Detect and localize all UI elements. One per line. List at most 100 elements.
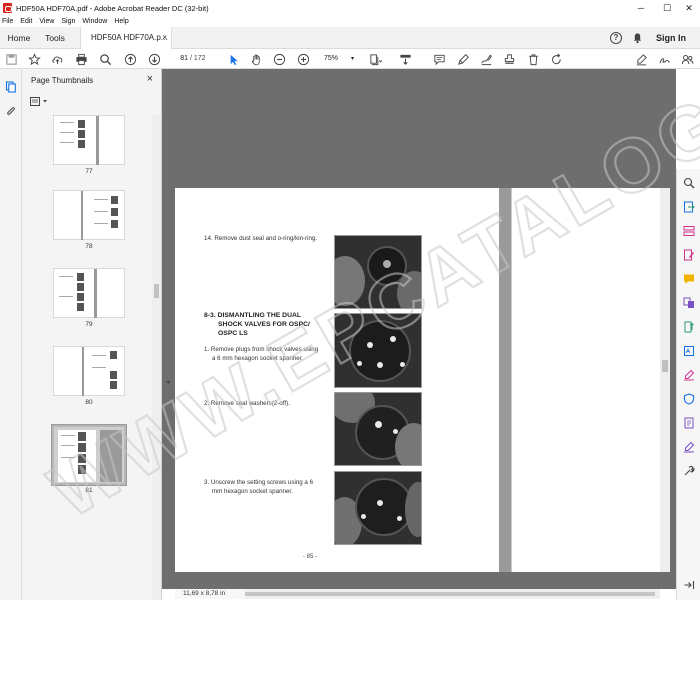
help-icon[interactable]: ?	[610, 32, 622, 44]
upload-cloud-icon[interactable]	[50, 52, 64, 66]
left-nav-strip	[0, 69, 22, 600]
search-icon[interactable]	[98, 52, 112, 66]
step-14-text: 14. Remove dust seal and o-ring/kin-ring…	[204, 235, 318, 242]
step-1-text: 1. Remove plugs from shock valves using	[204, 346, 319, 353]
thumbnail-label: 80	[85, 399, 93, 406]
menu-view[interactable]: View	[39, 18, 54, 25]
page-number-input[interactable]: 81	[170, 53, 188, 65]
step-3-text: 3. Unscrew the setting screws using a 6	[204, 479, 314, 486]
compress-icon[interactable]	[683, 321, 695, 333]
collapse-right-panel-icon[interactable]	[683, 579, 695, 591]
photo-step-2	[334, 392, 422, 466]
photo-step-14	[334, 235, 422, 309]
scroll-mode-icon[interactable]	[398, 52, 412, 66]
request-signature-icon[interactable]	[683, 441, 695, 453]
menu-window[interactable]: Window	[82, 18, 107, 25]
sign-icon[interactable]	[657, 52, 671, 66]
stamp-icon[interactable]	[502, 52, 516, 66]
page-thumbnails-icon[interactable]	[5, 81, 17, 93]
step-1-text: a 6 mm hexagon socket spanner.	[212, 355, 304, 362]
section-heading: OSPC LS	[218, 330, 248, 337]
select-cursor-icon[interactable]	[226, 52, 240, 66]
thumbnail-label: 79	[85, 321, 93, 328]
share-people-icon[interactable]	[680, 52, 694, 66]
right-tools-panel	[676, 169, 700, 600]
panel-close-icon[interactable]: ×	[147, 73, 153, 85]
trash-icon[interactable]	[526, 52, 540, 66]
export-pdf-icon[interactable]	[683, 201, 695, 213]
save-icon[interactable]	[4, 52, 18, 66]
close-window-button[interactable]: ✕	[678, 0, 700, 16]
hand-tool-icon[interactable]	[249, 52, 263, 66]
photo-step-3	[334, 471, 422, 545]
tab-document-label: HDF50A HDF70A.p...	[91, 33, 168, 42]
menu-bar: File Edit View Sign Window Help	[0, 16, 700, 27]
star-icon[interactable]	[27, 52, 41, 66]
next-page-icon[interactable]	[147, 52, 161, 66]
step-3-text: mm hexagon socket spanner.	[212, 488, 293, 495]
rotate-icon[interactable]	[549, 52, 563, 66]
minimize-button[interactable]: ─	[630, 0, 652, 16]
thumbnail-page[interactable]	[53, 190, 125, 240]
maximize-button[interactable]: ☐	[656, 0, 678, 16]
protect-icon[interactable]	[683, 393, 695, 405]
comment-tool-icon[interactable]	[683, 273, 695, 285]
page-footer-number: - 85 -	[303, 554, 318, 560]
draw-icon[interactable]	[479, 52, 493, 66]
edit-pdf-icon[interactable]	[683, 249, 695, 261]
tabs-row: Home Tools HDF50A HDF70A.p... × ? Sign I…	[0, 27, 700, 49]
chevron-down-icon: ▾	[350, 56, 354, 62]
attachment-icon[interactable]	[5, 106, 17, 118]
step-2-text: 2. Remove seal washers(2-off).	[204, 400, 290, 407]
page-margin-strip	[499, 188, 511, 572]
collapse-left-icon[interactable]: ◂	[166, 378, 170, 386]
acrobat-logo-icon	[3, 3, 12, 13]
print-icon[interactable]	[74, 52, 88, 66]
photo-step-1	[334, 313, 422, 388]
menu-help[interactable]: Help	[114, 18, 128, 25]
toolbar: 81 / 172 75% ▾	[0, 49, 700, 69]
document-horizontal-scrollbar[interactable]	[175, 589, 660, 599]
title-bar: HDF50A HDF70A.pdf - Adobe Acrobat Reader…	[0, 0, 700, 16]
combine-files-icon[interactable]	[683, 297, 695, 309]
panel-title: Page Thumbnails	[31, 76, 94, 85]
page-total: / 172	[190, 55, 206, 62]
scan-ocr-icon[interactable]	[683, 345, 695, 357]
fill-and-sign-icon[interactable]	[683, 369, 695, 381]
thumbnail-label: 78	[85, 243, 93, 250]
menu-file[interactable]: File	[2, 18, 13, 25]
page-size-label: 11,69 x 8,78 in	[175, 589, 245, 599]
bell-icon[interactable]	[632, 32, 643, 44]
window-title: HDF50A HDF70A.pdf - Adobe Acrobat Reader…	[16, 3, 209, 13]
tab-document[interactable]: HDF50A HDF70A.p... ×	[80, 27, 172, 49]
search-tool-icon[interactable]	[683, 177, 695, 189]
thumbnail-page[interactable]	[53, 268, 125, 318]
comment-icon[interactable]	[432, 52, 446, 66]
thumbnail-label: 81	[85, 487, 93, 494]
create-pdf-icon[interactable]	[683, 417, 695, 429]
thumbnail-page[interactable]	[53, 346, 125, 396]
section-heading: SHOCK VALVES FOR OSPC/	[218, 321, 310, 328]
tab-tools[interactable]: Tools	[38, 27, 72, 49]
document-vertical-scrollbar[interactable]	[660, 188, 670, 572]
organize-pages-icon[interactable]	[683, 225, 695, 237]
highlight-pen-icon[interactable]	[456, 52, 470, 66]
tab-home[interactable]: Home	[0, 27, 38, 49]
thumbnail-page-selected[interactable]	[51, 424, 127, 486]
thumbnail-options-icon[interactable]	[30, 97, 50, 107]
zoom-select[interactable]: 75% ▾	[318, 53, 358, 65]
previous-page-icon[interactable]	[123, 52, 137, 66]
section-heading: 8-3. DISMANTLING THE DUAL	[204, 312, 302, 319]
thumbnail-scrollbar[interactable]	[152, 115, 161, 600]
menu-sign[interactable]: Sign	[61, 18, 75, 25]
thumbnail-page[interactable]	[53, 115, 125, 165]
menu-edit[interactable]: Edit	[20, 18, 32, 25]
zoom-in-icon[interactable]	[296, 52, 310, 66]
thumbnail-list: 77 78 79 80 81	[22, 115, 152, 600]
more-tools-icon[interactable]	[683, 465, 695, 477]
tab-close-icon[interactable]: ×	[162, 27, 167, 49]
zoom-out-icon[interactable]	[272, 52, 286, 66]
fill-sign-icon[interactable]	[634, 52, 648, 66]
sign-in-button[interactable]: Sign In	[656, 27, 686, 49]
page-fit-icon[interactable]	[368, 52, 382, 66]
